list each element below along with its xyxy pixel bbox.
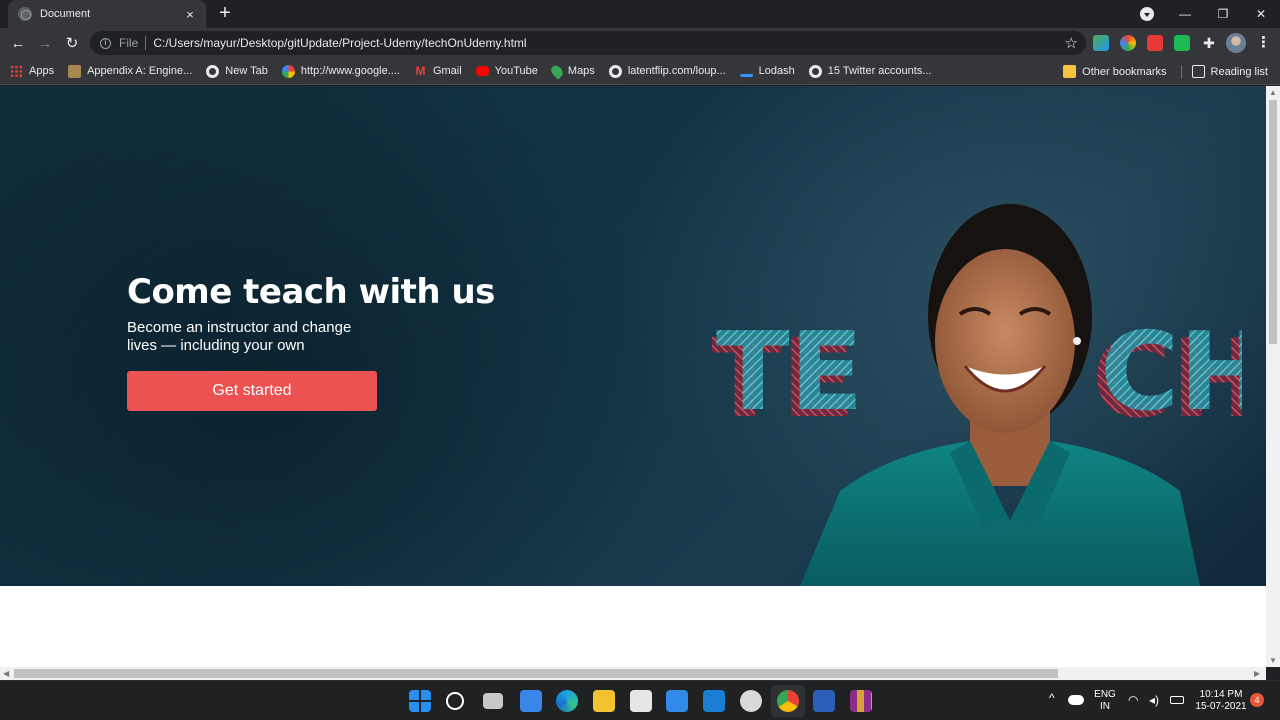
vscode-icon[interactable] xyxy=(703,690,725,712)
scroll-down-icon[interactable]: ▼ xyxy=(1269,656,1277,665)
bookmark-lodash[interactable]: Lodash xyxy=(739,65,795,77)
mail-icon[interactable] xyxy=(666,690,688,712)
info-icon[interactable]: i xyxy=(100,37,111,49)
bookmark-new-tab[interactable]: New Tab xyxy=(206,64,268,78)
hero-title: Come teach with us xyxy=(127,272,495,312)
reading-list-icon xyxy=(1191,65,1205,78)
language-indicator[interactable]: ENG IN xyxy=(1092,689,1118,713)
wifi-icon[interactable]: ◠ xyxy=(1128,694,1138,706)
bookmark-maps[interactable]: Maps xyxy=(548,62,595,80)
close-window-button[interactable]: ✕ xyxy=(1242,0,1280,28)
youtube-icon xyxy=(475,66,489,76)
forward-button[interactable]: → xyxy=(34,32,56,54)
url-text[interactable]: C:/Users/mayur/Desktop/gitUpdate/Project… xyxy=(153,36,526,50)
windows-taskbar: ^ ENG IN ◠ ◂) 10:14 PM 15-07-2021 xyxy=(0,680,1280,720)
extension-icon-4[interactable] xyxy=(1174,35,1190,51)
search-icon[interactable] xyxy=(446,692,464,710)
tab-document[interactable]: Document × xyxy=(8,0,206,28)
reload-button[interactable]: ↻ xyxy=(61,32,83,54)
hero-banner: TE TE CH CH Come teach with us Become an… xyxy=(0,86,1266,586)
start-button-icon[interactable] xyxy=(409,690,431,712)
lodash-icon xyxy=(739,74,753,77)
edge-browser-icon[interactable] xyxy=(556,690,578,712)
bookmarks-bar: Apps Appendix A: Engine... New Tab http:… xyxy=(0,58,1280,85)
extension-icon-2[interactable] xyxy=(1120,35,1136,51)
tab-strip: Document × + — ❐ ✕ xyxy=(0,0,1280,28)
file-explorer-icon[interactable] xyxy=(593,690,615,712)
word-icon[interactable] xyxy=(813,690,835,712)
apps-grid-icon xyxy=(10,64,23,78)
restore-button[interactable]: ❐ xyxy=(1204,0,1242,28)
gmail-icon: M xyxy=(415,63,426,78)
bookmark-google[interactable]: http://www.google.... xyxy=(281,64,400,78)
scheme-label: File xyxy=(119,36,139,50)
volume-icon[interactable]: ◂) xyxy=(1149,694,1159,706)
browser-toolbar: ← → ↻ i File C:/Users/mayur/Desktop/gitU… xyxy=(0,28,1280,58)
globe-icon xyxy=(18,7,32,21)
other-bookmarks[interactable]: Other bookmarks xyxy=(1063,65,1167,78)
get-started-button[interactable]: Get started xyxy=(127,371,377,411)
svg-text:TE: TE xyxy=(716,321,863,421)
tray-expand-icon[interactable]: ^ xyxy=(1049,692,1055,704)
bookmark-latentflip[interactable]: latentflip.com/loup... xyxy=(608,64,726,78)
minimize-button[interactable]: — xyxy=(1166,0,1204,28)
bookmark-gmail[interactable]: M Gmail xyxy=(414,63,461,78)
extension-icon-1[interactable] xyxy=(1093,35,1109,51)
scroll-up-icon[interactable]: ▲ xyxy=(1269,88,1277,97)
new-tab-button[interactable]: + xyxy=(214,3,236,25)
widgets-icon[interactable] xyxy=(520,690,542,712)
tab-title: Document xyxy=(40,8,91,20)
winrar-icon[interactable] xyxy=(850,690,872,712)
bookmark-apps[interactable]: Apps xyxy=(10,64,54,78)
close-tab-icon[interactable]: × xyxy=(182,7,198,22)
vertical-scrollbar[interactable]: ▲ ▼ xyxy=(1266,86,1280,667)
back-button[interactable]: ← xyxy=(7,32,29,54)
chrome-icon[interactable] xyxy=(777,690,799,712)
globe-icon xyxy=(608,64,622,78)
bookmarks-divider xyxy=(1180,64,1182,79)
page-viewport: TE TE CH CH Come teach with us Become an… xyxy=(0,86,1266,667)
bookmark-appendix[interactable]: Appendix A: Engine... xyxy=(68,64,192,78)
battery-icon[interactable] xyxy=(1170,696,1184,704)
scroll-right-icon[interactable]: ▶ xyxy=(1254,669,1260,678)
vertical-scroll-thumb[interactable] xyxy=(1269,100,1277,344)
book-icon xyxy=(68,64,82,78)
svg-text:CH: CH xyxy=(1100,321,1242,421)
omnibox-divider xyxy=(145,36,147,50)
puzzle-extensions-icon[interactable]: ✚ xyxy=(1201,35,1217,51)
app-icon[interactable] xyxy=(740,690,762,712)
horizontal-scrollbar[interactable]: ◀ ▶ xyxy=(0,667,1266,680)
hero-subtitle: Become an instructor and change lives — … xyxy=(127,319,352,354)
scroll-left-icon[interactable]: ◀ xyxy=(3,669,9,678)
camera-extension-icon[interactable] xyxy=(1147,35,1163,51)
menu-icon[interactable]: ⋮ xyxy=(1256,34,1271,52)
teach-overlay-graphic: TE TE CH CH xyxy=(712,321,1242,421)
reading-list[interactable]: Reading list xyxy=(1191,65,1268,78)
address-bar[interactable]: i File C:/Users/mayur/Desktop/gitUpdate/… xyxy=(90,31,1086,55)
horizontal-scroll-thumb[interactable] xyxy=(14,669,1058,678)
google-icon xyxy=(281,64,295,78)
folder-icon xyxy=(1063,65,1077,78)
store-icon[interactable] xyxy=(630,690,652,712)
globe-icon xyxy=(808,64,822,78)
maps-icon xyxy=(548,62,566,80)
profile-avatar[interactable] xyxy=(1226,33,1246,53)
task-view-icon[interactable] xyxy=(483,693,503,709)
bookmark-star-icon[interactable]: ☆ xyxy=(1065,34,1078,52)
bookmark-twitter-accounts[interactable]: 15 Twitter accounts... xyxy=(808,64,932,78)
notification-badge[interactable]: 4 xyxy=(1250,693,1264,707)
clock[interactable]: 10:14 PM 15-07-2021 xyxy=(1194,689,1248,713)
onedrive-icon[interactable] xyxy=(1068,695,1084,705)
tab-search-icon[interactable] xyxy=(1140,7,1154,21)
globe-icon xyxy=(206,64,220,78)
bookmark-youtube[interactable]: YouTube xyxy=(475,65,538,77)
